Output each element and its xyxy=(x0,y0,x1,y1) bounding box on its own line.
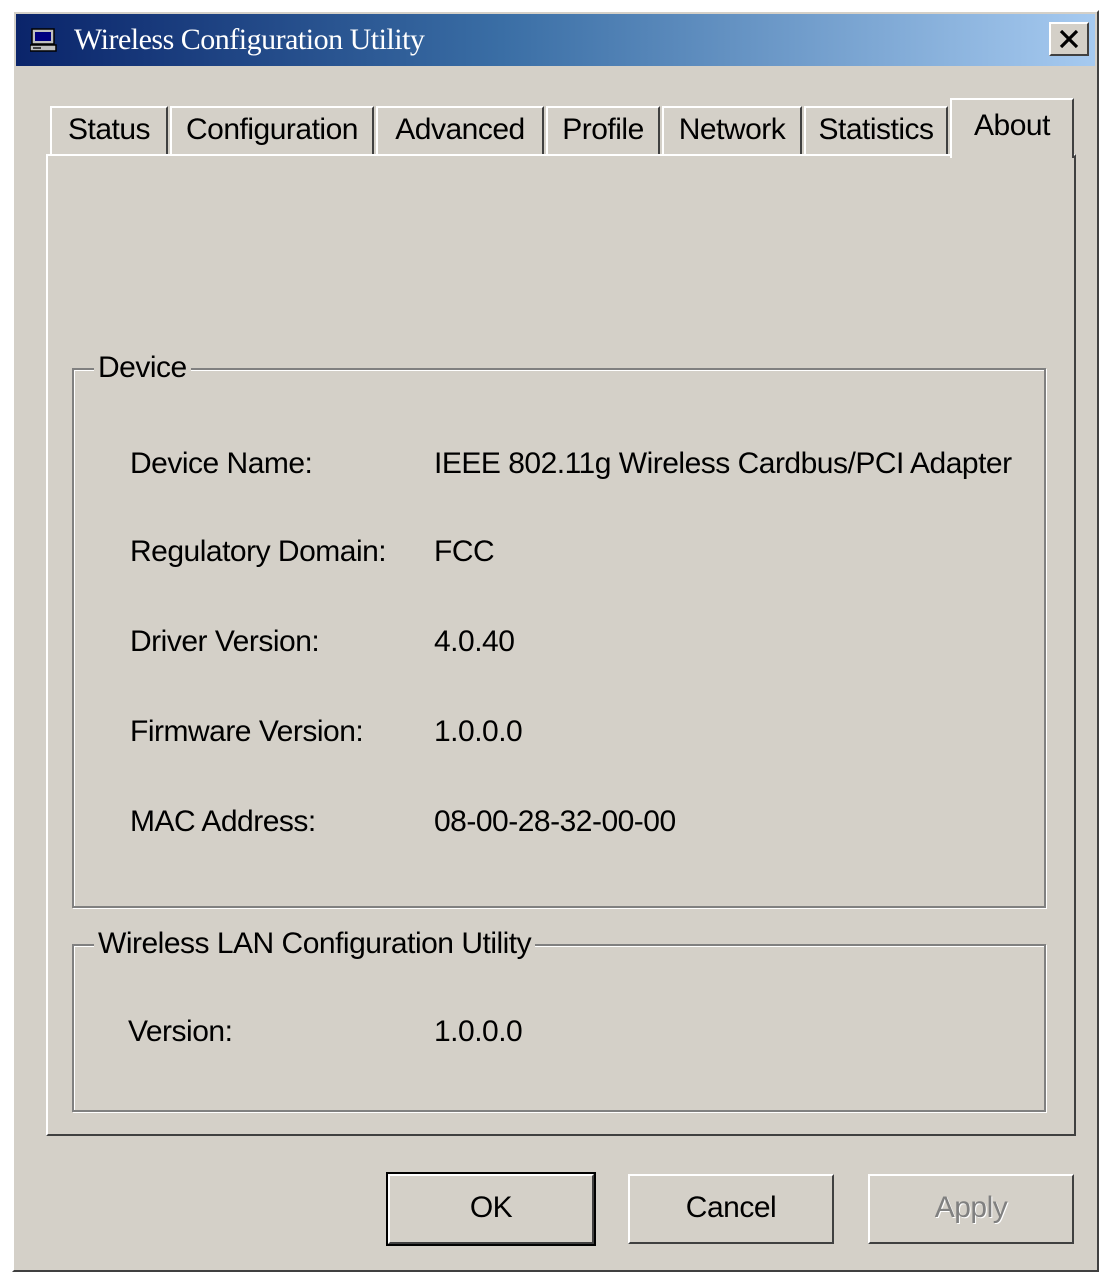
firmware-version-value: 1.0.0.0 xyxy=(434,715,523,748)
tab-advanced[interactable]: Advanced xyxy=(376,106,544,154)
utility-version-value: 1.0.0.0 xyxy=(434,1015,523,1048)
title-bar[interactable]: Wireless Configuration Utility xyxy=(16,14,1095,66)
tab-configuration[interactable]: Configuration xyxy=(170,106,374,154)
computer-monitor-icon xyxy=(29,28,58,52)
tab-statistics[interactable]: Statistics xyxy=(804,106,948,154)
device-name-label: Device Name: xyxy=(130,447,313,480)
mac-address-value: 08-00-28-32-00-00 xyxy=(434,805,676,838)
regulatory-domain-value: FCC xyxy=(434,535,495,568)
tab-about[interactable]: About xyxy=(950,98,1074,158)
firmware-version-label: Firmware Version: xyxy=(130,715,364,748)
utility-group-title: Wireless LAN Configuration Utility xyxy=(94,924,536,964)
dialog-window: Wireless Configuration Utility Status Co… xyxy=(12,10,1099,1272)
driver-version-label: Driver Version: xyxy=(130,625,320,658)
tab-status[interactable]: Status xyxy=(50,106,168,154)
regulatory-domain-label: Regulatory Domain: xyxy=(130,535,387,568)
cancel-button[interactable]: Cancel xyxy=(628,1174,834,1244)
utility-version-label: Version: xyxy=(128,1015,233,1048)
apply-button[interactable]: Apply xyxy=(868,1174,1074,1244)
utility-group: Wireless LAN Configuration Utility Versi… xyxy=(72,924,1046,1112)
tab-network[interactable]: Network xyxy=(662,106,802,154)
close-button[interactable] xyxy=(1049,22,1089,56)
window-title: Wireless Configuration Utility xyxy=(74,23,425,56)
device-group: Device Device Name: IEEE 802.11g Wireles… xyxy=(72,348,1046,908)
driver-version-value: 4.0.40 xyxy=(434,625,515,658)
ok-button[interactable]: OK xyxy=(386,1172,596,1246)
mac-address-label: MAC Address: xyxy=(130,805,316,838)
tab-profile[interactable]: Profile xyxy=(546,106,660,154)
device-group-title: Device xyxy=(94,348,191,388)
about-tab-panel: Device Device Name: IEEE 802.11g Wireles… xyxy=(46,154,1076,1136)
device-name-value: IEEE 802.11g Wireless Cardbus/PCI Adapte… xyxy=(434,447,1012,480)
